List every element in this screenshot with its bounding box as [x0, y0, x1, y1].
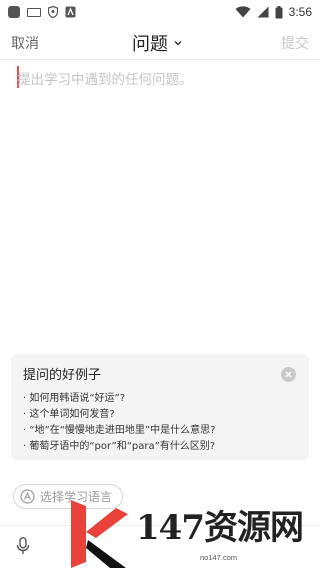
example-item: · “地”在“慢慢地走进田地里”中是什么意思? [23, 425, 216, 436]
nav-bar: 取消 问题 提交 [0, 24, 320, 60]
example-item: · 这个单词如何发音? [23, 409, 115, 420]
page-title: 问题 [132, 34, 168, 55]
examples-title: 提问的好例子 [23, 368, 102, 383]
cancel-button[interactable]: 取消 [11, 33, 39, 53]
watermark: 147资源网 no147.com [66, 498, 320, 569]
app-icon [8, 6, 20, 18]
status-time: 3:56 [288, 5, 312, 19]
keyboard-icon [27, 7, 41, 17]
watermark-url: no147.com [200, 553, 238, 562]
shield-icon [48, 6, 58, 18]
watermark-text: 147资源网 [136, 508, 304, 548]
example-item: · 如何用韩语说“好运”? [23, 393, 126, 404]
examples-card: 提问的好例子 · 如何用韩语说“好运”? · 这个单词如何发音? · “地”在“… [11, 354, 309, 460]
status-bar: 3:56 [0, 0, 320, 24]
example-item: · 葡萄牙语中的“por”和“para”有什么区别? [23, 441, 216, 452]
battery-icon [275, 5, 283, 18]
question-input[interactable] [17, 68, 307, 348]
title-dropdown[interactable]: 问题 [132, 30, 182, 56]
submit-button[interactable]: 提交 [281, 33, 309, 53]
watermark-logo [71, 500, 128, 568]
status-bar-left [8, 6, 76, 18]
chevron-down-icon [174, 41, 182, 46]
wifi-icon [235, 6, 251, 18]
close-icon [285, 371, 292, 378]
microphone-icon[interactable] [16, 537, 30, 555]
examples-list: · 如何用韩语说“好运”? · 这个单词如何发音? · “地”在“慢慢地走进田地… [23, 391, 297, 455]
a-icon [65, 6, 76, 18]
status-bar-right: 3:56 [235, 5, 312, 19]
signal-icon [257, 6, 269, 18]
close-examples-button[interactable] [281, 367, 296, 382]
nav-divider [0, 59, 320, 60]
language-icon [20, 489, 35, 504]
